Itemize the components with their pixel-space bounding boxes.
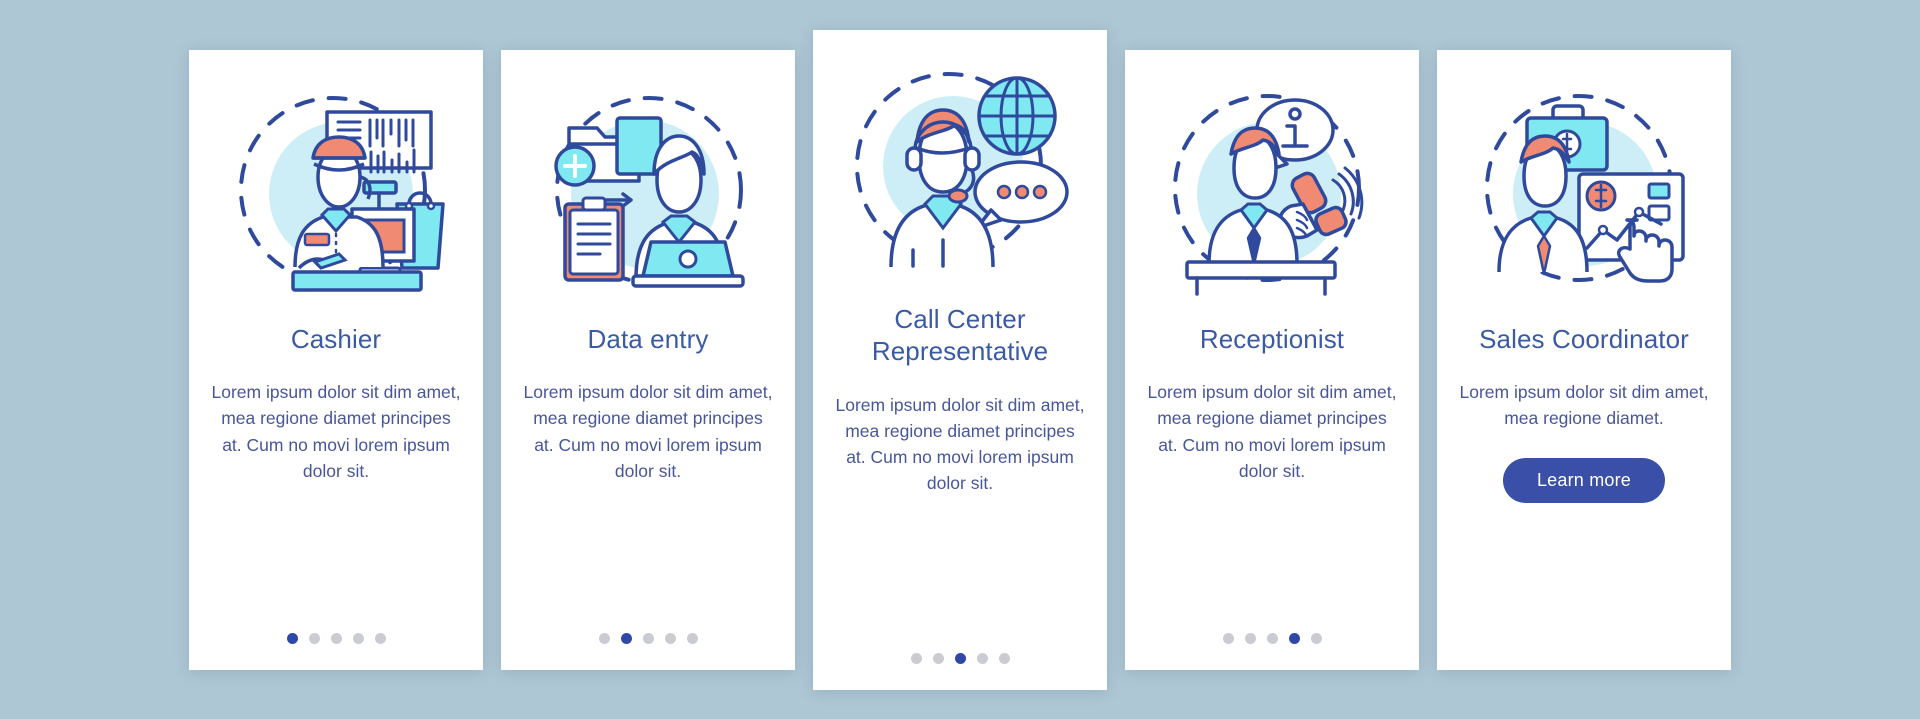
pagination-dot[interactable]	[910, 652, 922, 664]
onboarding-card-receptionist: Receptionist Lorem ipsum dolor sit dim a…	[1125, 49, 1419, 670]
pagination-dot[interactable]	[1222, 632, 1234, 644]
onboarding-screens: Cashier Lorem ipsum dolor sit dim amet, …	[0, 0, 1920, 719]
pagination-dot[interactable]	[1244, 632, 1256, 644]
pagination-dot[interactable]	[352, 632, 364, 644]
pagination-dots[interactable]	[598, 632, 698, 644]
pagination-dot[interactable]	[954, 652, 966, 664]
card-title: Data entry	[587, 323, 709, 354]
pagination-dot[interactable]	[1310, 632, 1322, 644]
call-center-illustration	[845, 62, 1075, 277]
card-description: Lorem ipsum dolor sit dim amet, mea regi…	[523, 382, 773, 481]
card-title: Receptionist	[1199, 323, 1345, 354]
onboarding-card-sales-coordinator: Sales Coordinator Lorem ipsum dolor sit …	[1437, 49, 1731, 670]
sales-coordinator-illustration	[1469, 82, 1699, 297]
pagination-dot[interactable]	[308, 632, 320, 644]
onboarding-card-cashier: Cashier Lorem ipsum dolor sit dim amet, …	[189, 49, 483, 670]
pagination-dot[interactable]	[998, 652, 1010, 664]
pagination-dot[interactable]	[598, 632, 610, 644]
card-description: Lorem ipsum dolor sit dim amet, mea regi…	[1459, 382, 1709, 429]
pagination-dots[interactable]	[1222, 632, 1322, 644]
pagination-dots[interactable]	[910, 652, 1010, 664]
pagination-dot[interactable]	[330, 632, 342, 644]
onboarding-card-data-entry: Data entry Lorem ipsum dolor sit dim ame…	[501, 49, 795, 670]
card-title: Call Center Representative	[871, 303, 1049, 367]
pagination-dot[interactable]	[1288, 632, 1300, 644]
pagination-dot[interactable]	[1266, 632, 1278, 644]
data-entry-illustration	[533, 82, 763, 297]
pagination-dot[interactable]	[932, 652, 944, 664]
pagination-dot[interactable]	[664, 632, 676, 644]
pagination-dot[interactable]	[620, 632, 632, 644]
receptionist-illustration	[1157, 82, 1387, 297]
card-description: Lorem ipsum dolor sit dim amet, mea regi…	[211, 382, 461, 481]
card-description: Lorem ipsum dolor sit dim amet, mea regi…	[1147, 382, 1397, 481]
learn-more-button[interactable]: Learn more	[1502, 457, 1666, 503]
pagination-dot[interactable]	[286, 632, 298, 644]
cashier-illustration	[221, 82, 451, 297]
onboarding-card-call-center: Call Center Representative Lorem ipsum d…	[813, 29, 1107, 690]
card-description: Lorem ipsum dolor sit dim amet, mea regi…	[835, 394, 1085, 494]
card-title: Cashier	[290, 323, 382, 354]
pagination-dot[interactable]	[374, 632, 386, 644]
pagination-dot[interactable]	[976, 652, 988, 664]
pagination-dot[interactable]	[686, 632, 698, 644]
pagination-dot[interactable]	[642, 632, 654, 644]
card-title: Sales Coordinator	[1479, 323, 1689, 354]
pagination-dots[interactable]	[286, 632, 386, 644]
